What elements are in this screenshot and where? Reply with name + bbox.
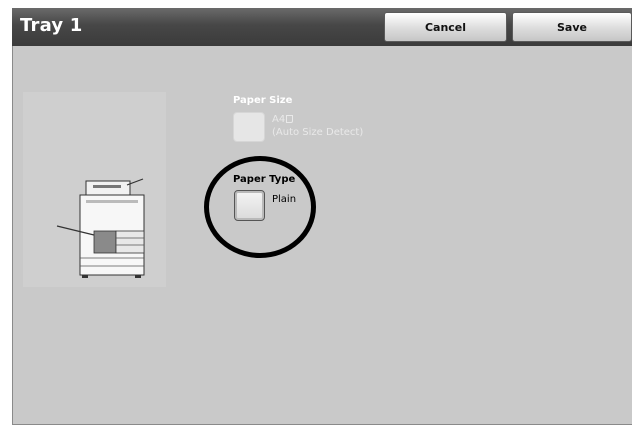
paper-size-label: Paper Size [233,95,293,106]
paper-size-value: A4 [272,114,294,126]
cancel-button[interactable]: Cancel [384,12,507,42]
machine-illustration [23,92,166,287]
portrait-orientation-icon [286,115,294,123]
paper-size-detail: (Auto Size Detect) [272,127,364,138]
printer-icon [56,178,145,278]
highlight-ring [204,156,316,258]
window-title: Tray 1 [20,15,83,36]
paper-size-button[interactable] [233,112,265,142]
save-button[interactable]: Save [512,12,632,42]
